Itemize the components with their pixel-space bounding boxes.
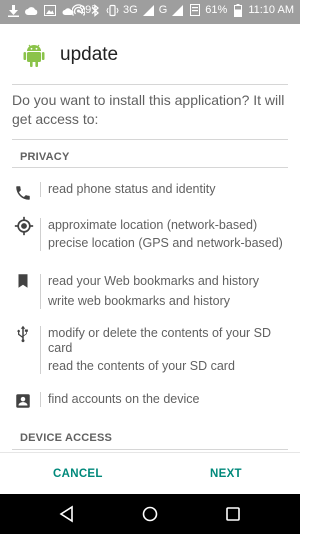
usb-icon: [14, 324, 34, 344]
permission-line: read your Web bookmarks and history: [48, 274, 259, 288]
permission-text: approximate location (network-based) pre…: [40, 218, 298, 251]
hotspot-icon: [72, 3, 86, 17]
permission-text: modify or delete the contents of your SD…: [40, 326, 298, 374]
cloud-icon: [25, 4, 38, 17]
install-prompt: Do you want to install this application?…: [12, 92, 285, 127]
signal-icon-2: [171, 3, 184, 17]
permission-line: find accounts on the device: [48, 392, 200, 406]
network-type-label-2: G: [158, 4, 168, 16]
vibrate-icon: [106, 3, 119, 17]
home-icon[interactable]: [140, 504, 160, 524]
next-button[interactable]: NEXT: [210, 468, 242, 480]
location-icon: [14, 216, 34, 236]
photo-icon: [43, 4, 56, 17]
android-robot-icon: [22, 42, 46, 68]
app-header: update: [0, 24, 300, 84]
section-privacy: PRIVACY: [20, 151, 70, 163]
account-box-icon: [14, 392, 34, 412]
permission-line: modify or delete the contents of your SD: [48, 326, 272, 340]
permission-line: approximate location (network-based): [48, 218, 258, 232]
device-access-divider: [12, 449, 288, 450]
bluetooth-icon: [89, 3, 102, 17]
permission-text: find accounts on the device: [40, 392, 298, 407]
clock: 11:10 AM: [248, 4, 294, 16]
battery-percent: 61%: [205, 4, 228, 16]
permission-line: read the contents of your SD card: [48, 359, 235, 373]
permission-text: read phone status and identity: [40, 182, 298, 197]
network-type-label: 3G: [123, 4, 138, 16]
action-bar: CANCEL NEXT: [0, 452, 300, 495]
permission-line: card: [48, 341, 73, 355]
notification-icon: [188, 3, 201, 17]
privacy-divider: [12, 167, 288, 168]
signal-icon: [142, 3, 155, 17]
cancel-button[interactable]: CANCEL: [53, 468, 103, 480]
permission-line: write web bookmarks and history: [48, 294, 231, 308]
permission-text: read your Web bookmarks and history writ…: [40, 274, 298, 309]
permission-line: precise location (GPS and network-based): [48, 236, 283, 250]
recents-icon[interactable]: [223, 504, 243, 524]
header-divider: [12, 84, 288, 85]
section-device-access: DEVICE ACCESS: [20, 432, 113, 444]
bookmark-icon: [14, 272, 34, 292]
app-name: update: [60, 44, 119, 65]
navigation-bar: [0, 494, 300, 534]
status-bar: 29° 3G G 61% 11:10 AM: [0, 0, 300, 24]
permission-line: read phone status and identity: [48, 182, 216, 196]
download-icon: [7, 4, 20, 17]
back-icon[interactable]: [57, 504, 77, 524]
phone-icon: [14, 184, 34, 204]
battery-icon: [231, 3, 244, 17]
prompt-divider: [12, 139, 288, 140]
